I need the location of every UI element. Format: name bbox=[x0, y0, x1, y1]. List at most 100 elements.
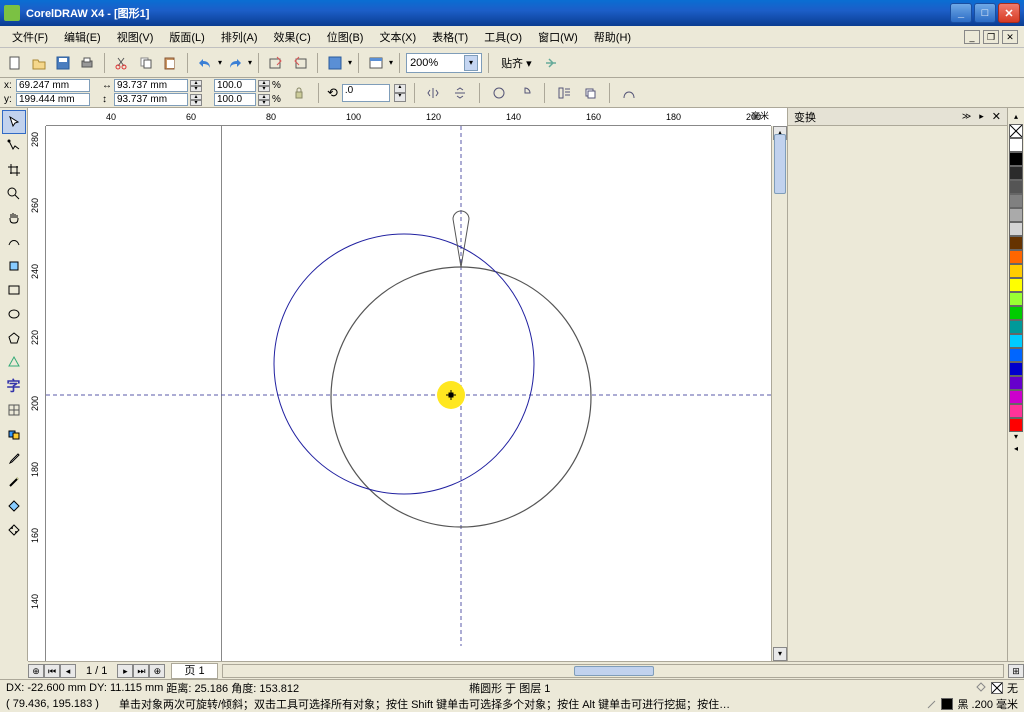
docker-close-icon[interactable]: ✕ bbox=[992, 110, 1001, 123]
vertical-scrollbar[interactable]: ▴ ▾ bbox=[771, 126, 787, 661]
polygon-tool[interactable] bbox=[2, 326, 26, 350]
palette-flyout-icon[interactable]: ◂ bbox=[1014, 444, 1018, 453]
menu-tools[interactable]: 工具(O) bbox=[478, 27, 528, 47]
menu-layout[interactable]: 版面(L) bbox=[163, 27, 210, 47]
mirror-v-button[interactable] bbox=[449, 82, 471, 104]
menu-arrange[interactable]: 排列(A) bbox=[215, 27, 264, 47]
zoom-select[interactable]: 200%▾ bbox=[406, 53, 482, 73]
menu-file[interactable]: 文件(F) bbox=[6, 27, 54, 47]
horizontal-scrollbar[interactable] bbox=[222, 664, 1004, 678]
close-button[interactable]: ✕ bbox=[998, 3, 1020, 23]
menu-text[interactable]: 文本(X) bbox=[373, 27, 422, 47]
menu-help[interactable]: 帮助(H) bbox=[588, 27, 637, 47]
swatch[interactable] bbox=[1009, 236, 1023, 250]
page-tab[interactable]: 页 1 bbox=[171, 663, 217, 679]
docker-expand-icon[interactable]: ≫ bbox=[962, 111, 971, 122]
swatch[interactable] bbox=[1009, 376, 1023, 390]
mdi-minimize-button[interactable]: _ bbox=[964, 30, 980, 44]
rectangle-tool[interactable] bbox=[2, 278, 26, 302]
swatch-none[interactable] bbox=[1009, 124, 1023, 138]
docker-menu-icon[interactable]: ▸ bbox=[979, 111, 984, 122]
import-button[interactable] bbox=[265, 52, 287, 74]
swatch[interactable] bbox=[1009, 222, 1023, 236]
view-navigator-button[interactable]: ⊞ bbox=[1008, 664, 1024, 678]
wrap-text-button[interactable] bbox=[553, 82, 575, 104]
swatch[interactable] bbox=[1009, 264, 1023, 278]
menu-window[interactable]: 窗口(W) bbox=[532, 27, 584, 47]
swatch[interactable] bbox=[1009, 390, 1023, 404]
pos-y-input[interactable]: 199.444 mm bbox=[16, 93, 90, 106]
palette-up-icon[interactable]: ▴ bbox=[1014, 112, 1018, 124]
swatch[interactable] bbox=[1009, 180, 1023, 194]
first-page-button[interactable]: ⏮ bbox=[44, 664, 60, 678]
undo-button[interactable] bbox=[194, 52, 216, 74]
new-button[interactable] bbox=[4, 52, 26, 74]
ellipse-tool[interactable] bbox=[2, 302, 26, 326]
fill-indicator[interactable] bbox=[991, 682, 1003, 694]
swatch[interactable] bbox=[1009, 362, 1023, 376]
pie-mode-button[interactable] bbox=[514, 82, 536, 104]
next-page-button[interactable]: ▸ bbox=[117, 664, 133, 678]
add-page-after-button[interactable]: ⊕ bbox=[149, 664, 165, 678]
mdi-close-button[interactable]: ✕ bbox=[1002, 30, 1018, 44]
paste-button[interactable] bbox=[159, 52, 181, 74]
swatch[interactable] bbox=[1009, 320, 1023, 334]
print-button[interactable] bbox=[76, 52, 98, 74]
palette-down-icon[interactable]: ▾ bbox=[1014, 432, 1018, 444]
pick-tool[interactable] bbox=[2, 110, 26, 134]
smart-fill-tool[interactable] bbox=[2, 254, 26, 278]
swatch[interactable] bbox=[1009, 152, 1023, 166]
open-button[interactable] bbox=[28, 52, 50, 74]
maximize-button[interactable]: □ bbox=[974, 3, 996, 23]
height-input[interactable]: 93.737 mm bbox=[114, 93, 188, 106]
basic-shapes-tool[interactable] bbox=[2, 350, 26, 374]
menu-bitmaps[interactable]: 位图(B) bbox=[321, 27, 370, 47]
swatch[interactable] bbox=[1009, 250, 1023, 264]
menu-table[interactable]: 表格(T) bbox=[426, 27, 474, 47]
ellipse-mode-button[interactable] bbox=[488, 82, 510, 104]
vertical-ruler[interactable]: 280260240220200180160140 bbox=[28, 126, 46, 661]
to-front-button[interactable] bbox=[579, 82, 601, 104]
swatch[interactable] bbox=[1009, 348, 1023, 362]
outline-tool[interactable] bbox=[2, 470, 26, 494]
snap-menu[interactable]: 贴齐 ▾ bbox=[495, 55, 538, 71]
interactive-tool[interactable] bbox=[2, 422, 26, 446]
swatch[interactable] bbox=[1009, 306, 1023, 320]
last-page-button[interactable]: ⏭ bbox=[133, 664, 149, 678]
swatch[interactable] bbox=[1009, 418, 1023, 432]
swatch[interactable] bbox=[1009, 138, 1023, 152]
mdi-restore-button[interactable]: ❐ bbox=[983, 30, 999, 44]
scale-x-input[interactable]: 100.0 bbox=[214, 79, 256, 92]
pos-x-input[interactable]: 69.247 mm bbox=[16, 79, 90, 92]
lock-ratio-button[interactable] bbox=[288, 82, 310, 104]
swatch[interactable] bbox=[1009, 208, 1023, 222]
swatch[interactable] bbox=[1009, 166, 1023, 180]
scale-y-input[interactable]: 100.0 bbox=[214, 93, 256, 106]
shape-tool[interactable] bbox=[2, 134, 26, 158]
redo-button[interactable] bbox=[224, 52, 246, 74]
menu-edit[interactable]: 编辑(E) bbox=[58, 27, 107, 47]
freehand-tool[interactable] bbox=[2, 230, 26, 254]
zoom-tool[interactable] bbox=[2, 182, 26, 206]
interactive-fill-tool[interactable] bbox=[2, 518, 26, 542]
cut-button[interactable] bbox=[111, 52, 133, 74]
copy-button[interactable] bbox=[135, 52, 157, 74]
prev-page-button[interactable]: ◂ bbox=[60, 664, 76, 678]
crop-tool[interactable] bbox=[2, 158, 26, 182]
outline-indicator[interactable] bbox=[941, 698, 953, 710]
swatch[interactable] bbox=[1009, 404, 1023, 418]
swatch[interactable] bbox=[1009, 292, 1023, 306]
menu-effects[interactable]: 效果(C) bbox=[268, 27, 317, 47]
export-button[interactable] bbox=[289, 52, 311, 74]
swatch[interactable] bbox=[1009, 278, 1023, 292]
width-input[interactable]: 93.737 mm bbox=[114, 79, 188, 92]
fill-tool[interactable] bbox=[2, 494, 26, 518]
drawing-canvas[interactable] bbox=[46, 126, 771, 661]
app-launcher-button[interactable] bbox=[324, 52, 346, 74]
mirror-h-button[interactable] bbox=[423, 82, 445, 104]
save-button[interactable] bbox=[52, 52, 74, 74]
welcome-button[interactable] bbox=[365, 52, 387, 74]
rotation-input[interactable]: .0 bbox=[342, 84, 390, 102]
convert-curves-button[interactable] bbox=[618, 82, 640, 104]
table-tool[interactable] bbox=[2, 398, 26, 422]
